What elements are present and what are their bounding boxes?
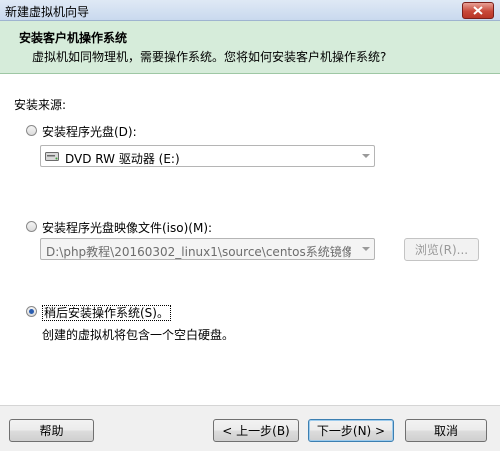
disc-drive-select[interactable]: DVD RW 驱动器 (E:) — [40, 145, 375, 167]
next-button[interactable]: 下一步(N) > — [308, 419, 394, 442]
title-bar: 新建虚拟机向导 — [0, 0, 500, 21]
header-banner: 安装客户机操作系统 虚拟机如同物理机，需要操作系统。您将如何安装客户机操作系统? — [0, 21, 500, 74]
iso-path-value: D:\php教程\20160302_linux1\source\centos系统… — [46, 245, 351, 259]
close-icon — [473, 6, 483, 15]
radio-install-iso[interactable] — [26, 221, 37, 232]
disc-drive-value: DVD RW 驱动器 (E:) — [65, 152, 180, 166]
radio-install-disc[interactable] — [26, 125, 37, 136]
chevron-down-icon — [362, 154, 370, 158]
install-later-description: 创建的虚拟机将包含一个空白硬盘。 — [42, 328, 235, 342]
page-title: 安装客户机操作系统 — [19, 31, 128, 45]
install-source-label: 安装来源: — [14, 98, 67, 112]
dvd-drive-icon — [45, 152, 59, 161]
browse-button[interactable]: 浏览(R)... — [404, 238, 479, 261]
iso-path-combo[interactable]: D:\php教程\20160302_linux1\source\centos系统… — [40, 238, 375, 260]
install-later-text: 稍后安装操作系统(S)。 — [42, 305, 171, 321]
chevron-down-icon — [362, 247, 370, 251]
footer-bar: 帮助 < 上一步(B) 下一步(N) > 取消 — [0, 405, 500, 451]
main-content: 安装来源: 安装程序光盘(D): DVD RW 驱动器 (E:) 安装程序光盘映… — [0, 74, 500, 404]
back-button[interactable]: < 上一步(B) — [213, 419, 299, 442]
radio-install-later[interactable] — [26, 306, 37, 317]
install-iso-label[interactable]: 安装程序光盘映像文件(iso)(M): — [42, 219, 212, 236]
install-later-label[interactable]: 稍后安装操作系统(S)。 — [42, 304, 171, 321]
window-title: 新建虚拟机向导 — [5, 5, 90, 19]
page-subtitle: 虚拟机如同物理机，需要操作系统。您将如何安装客户机操作系统? — [32, 50, 387, 64]
close-button[interactable] — [462, 2, 494, 19]
help-button[interactable]: 帮助 — [9, 419, 94, 442]
install-disc-label[interactable]: 安装程序光盘(D): — [42, 123, 137, 140]
cancel-button[interactable]: 取消 — [405, 419, 487, 442]
